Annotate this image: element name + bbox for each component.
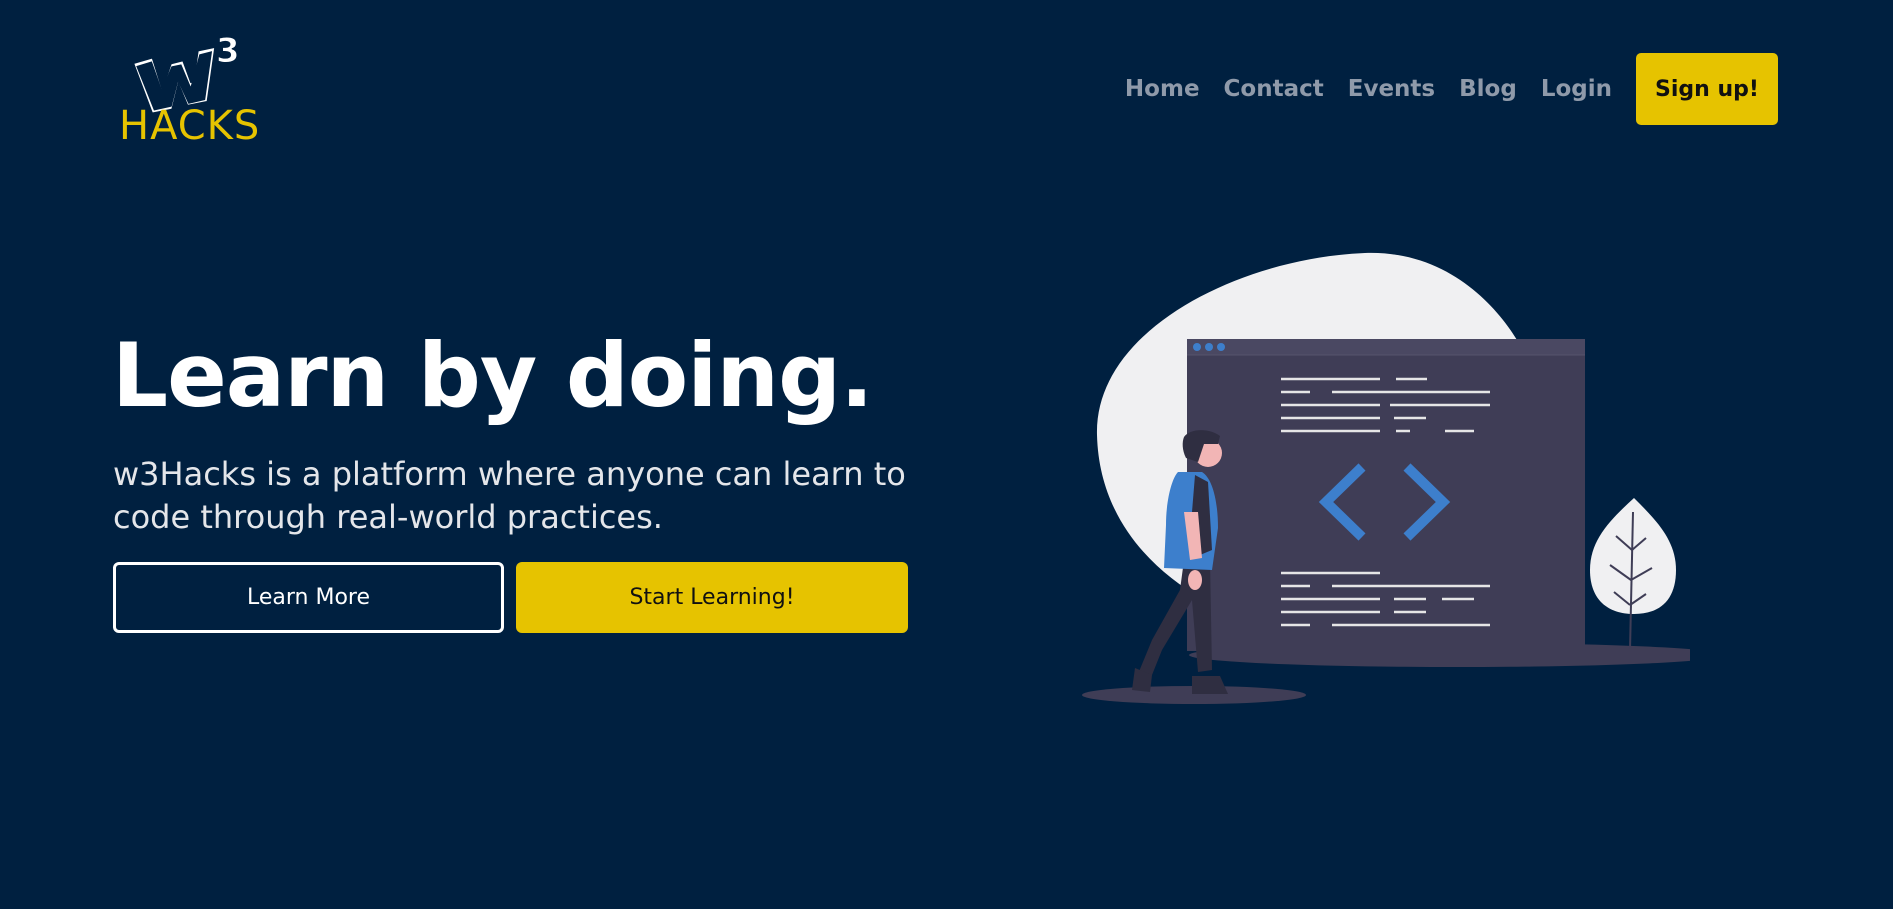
learn-more-button[interactable]: Learn More [113, 562, 504, 633]
hero-illustration [1082, 252, 1690, 704]
tree-icon [1590, 498, 1676, 651]
start-learning-button[interactable]: Start Learning! [516, 562, 908, 633]
nav-link-login[interactable]: Login [1541, 76, 1612, 102]
landing-page: 3 HACKS Home Contact Events Blog Login S… [0, 0, 1893, 909]
nav-link-contact[interactable]: Contact [1224, 76, 1324, 102]
nav-link-events[interactable]: Events [1348, 76, 1435, 102]
signup-button[interactable]: Sign up! [1636, 53, 1778, 125]
hero-subtitle: w3Hacks is a platform where anyone can l… [113, 455, 906, 536]
hero-title: Learn by doing. [112, 324, 873, 427]
logo-superscript: 3 [216, 31, 240, 71]
w3hacks-logo[interactable]: 3 HACKS [116, 26, 266, 156]
logo-wordmark: HACKS [119, 103, 261, 149]
nav-link-home[interactable]: Home [1125, 76, 1200, 102]
browser-window-icon [1187, 339, 1585, 651]
main-nav: Home Contact Events Blog Login Sign up! [1125, 53, 1778, 125]
nav-link-blog[interactable]: Blog [1459, 76, 1517, 102]
